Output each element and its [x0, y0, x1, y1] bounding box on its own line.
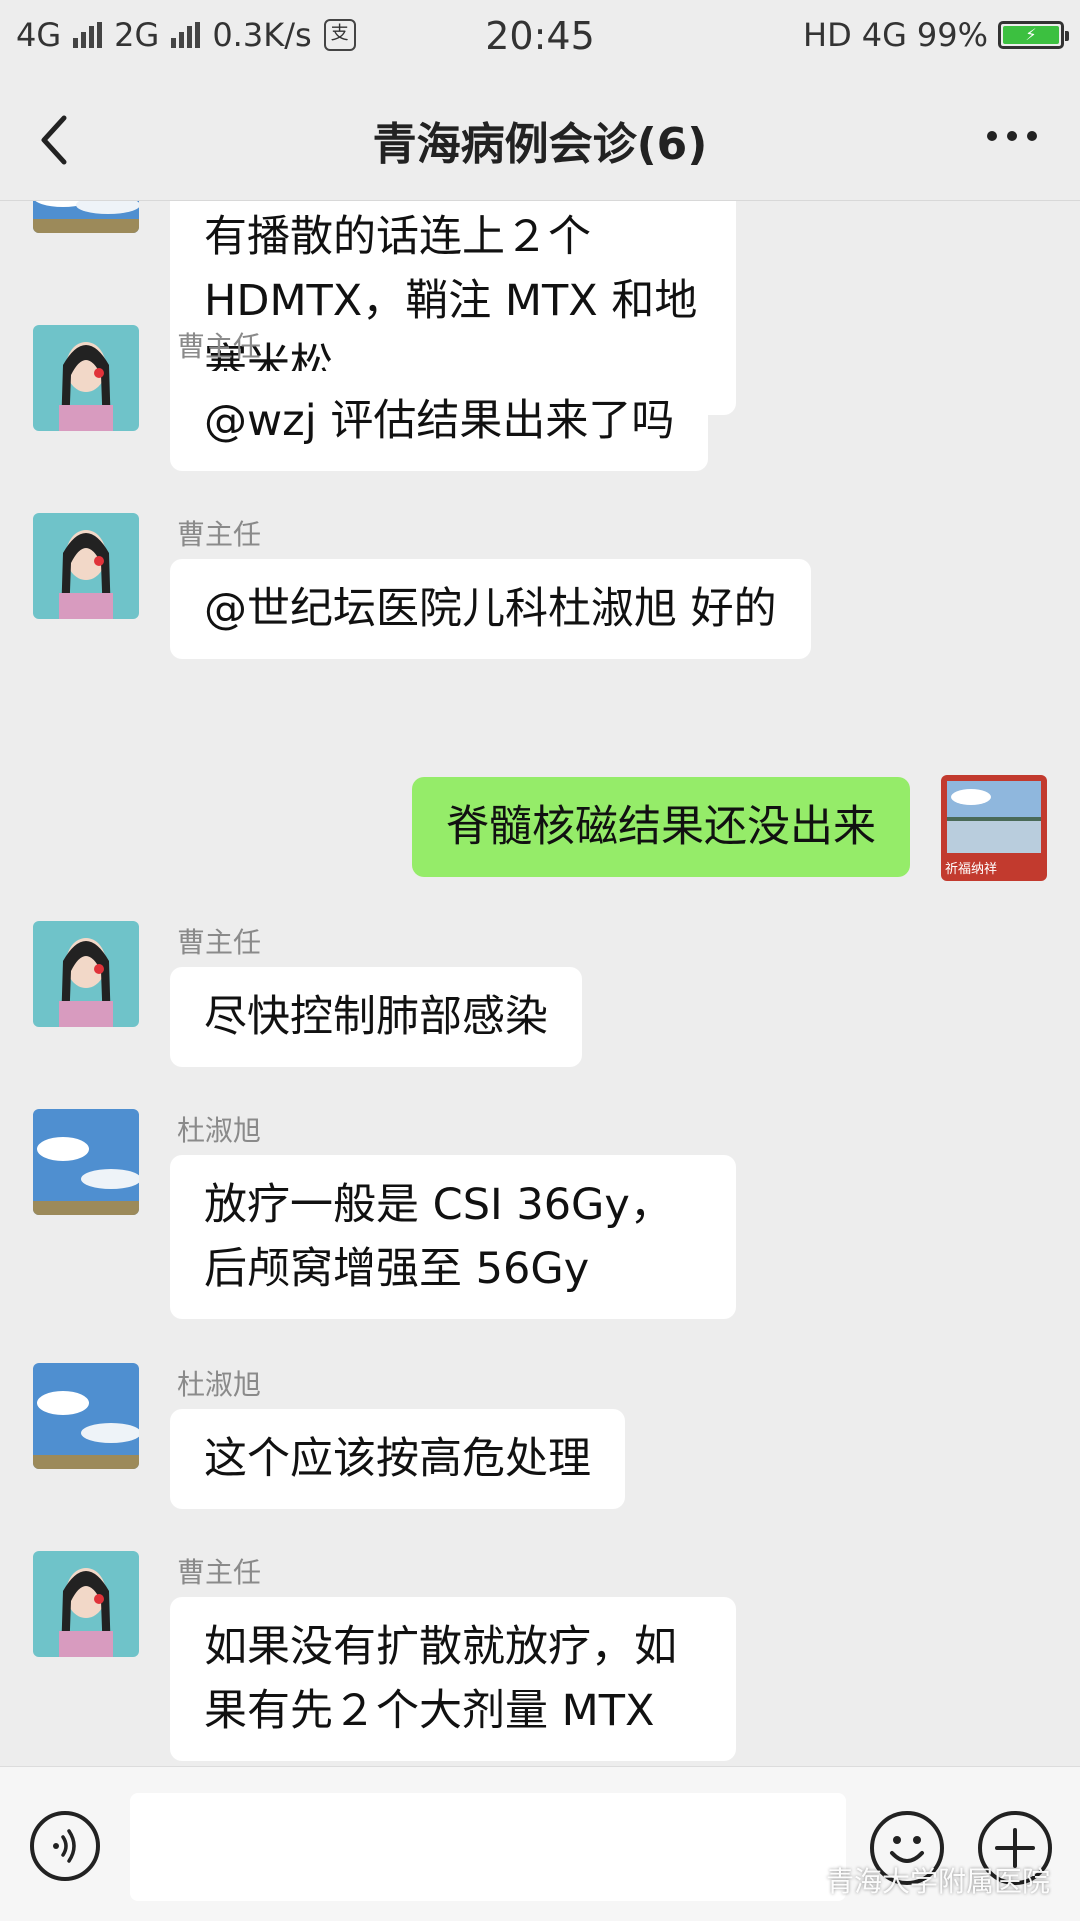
- voice-icon[interactable]: [30, 1811, 100, 1881]
- woman-avatar[interactable]: [33, 325, 139, 431]
- sender-name: 曹主任: [177, 518, 262, 551]
- message-input[interactable]: [130, 1793, 846, 1901]
- message-bubble[interactable]: 如果没有扩散就放疗，如果有先２个大剂量 MTX: [170, 1597, 736, 1761]
- message-item: 曹主任 尽快控制肺部感染: [0, 921, 1080, 1081]
- watermark: 青海大学附属医院: [782, 1860, 1050, 1900]
- sky-avatar[interactable]: [33, 1109, 139, 1215]
- sky-avatar[interactable]: [33, 201, 139, 233]
- status-bar: 4G 2G 0.3K/s 支 20:45 HD 4G 99% ⚡: [0, 0, 1080, 76]
- network-label-3: 4G: [861, 16, 907, 54]
- message-item: 曹主任 如果没有扩散就放疗，如果有先２个大剂量 MTX: [0, 1551, 1080, 1765]
- message-item: 曹主任 @wzj 评估结果出来了吗: [0, 325, 1080, 485]
- message-item: 曹主任 @世纪坛医院儿科杜淑旭 好的: [0, 513, 1080, 673]
- woman-avatar[interactable]: [33, 513, 139, 619]
- message-bubble[interactable]: 这个应该按高危处理: [170, 1409, 625, 1509]
- more-dots-icon[interactable]: [984, 126, 1040, 146]
- battery-percent: 99%: [916, 16, 988, 54]
- lake-avatar[interactable]: 祈福纳祥: [941, 775, 1047, 881]
- message-list[interactable]: 有播散的话连上２个 HDMTX，鞘注 MTX 和地塞米松 曹主任 @wzj 评估…: [0, 201, 1080, 1765]
- hd-label: HD: [803, 16, 852, 54]
- own-message-bubble[interactable]: 脊髓核磁结果还没出来: [412, 777, 910, 877]
- sender-name: 曹主任: [177, 926, 262, 959]
- message-item: 杜淑旭 这个应该按高危处理: [0, 1363, 1080, 1523]
- message-bubble[interactable]: @世纪坛医院儿科杜淑旭 好的: [170, 559, 811, 659]
- wechat-icon: [782, 1865, 818, 1894]
- woman-avatar[interactable]: [33, 1551, 139, 1657]
- message-bubble[interactable]: 放疗一般是 CSI 36Gy，后颅窝增强至 56Gy: [170, 1155, 736, 1319]
- sky-avatar[interactable]: [33, 1363, 139, 1469]
- message-item: 杜淑旭 放疗一般是 CSI 36Gy，后颅窝增强至 56Gy: [0, 1109, 1080, 1329]
- watermark-text: 青海大学附属医院: [825, 1865, 1050, 1898]
- message-bubble[interactable]: 尽快控制肺部感染: [170, 967, 582, 1067]
- chat-header: 青海病例会诊(6): [0, 76, 1080, 201]
- sender-name: 曹主任: [177, 330, 262, 363]
- message-bubble[interactable]: @wzj 评估结果出来了吗: [170, 371, 709, 471]
- battery-icon: ⚡: [998, 21, 1069, 49]
- message-item: 祈福纳祥 脊髓核磁结果还没出来: [0, 775, 1080, 885]
- sender-name: 杜淑旭: [177, 1368, 262, 1401]
- status-right: HD 4G 99% ⚡: [803, 16, 1069, 54]
- woman-avatar[interactable]: [33, 921, 139, 1027]
- chat-title: 青海病例会诊(6): [372, 119, 708, 170]
- sender-name: 曹主任: [177, 1556, 262, 1589]
- avatar-caption: 祈福纳祥: [945, 862, 998, 877]
- sender-name: 杜淑旭: [177, 1114, 262, 1147]
